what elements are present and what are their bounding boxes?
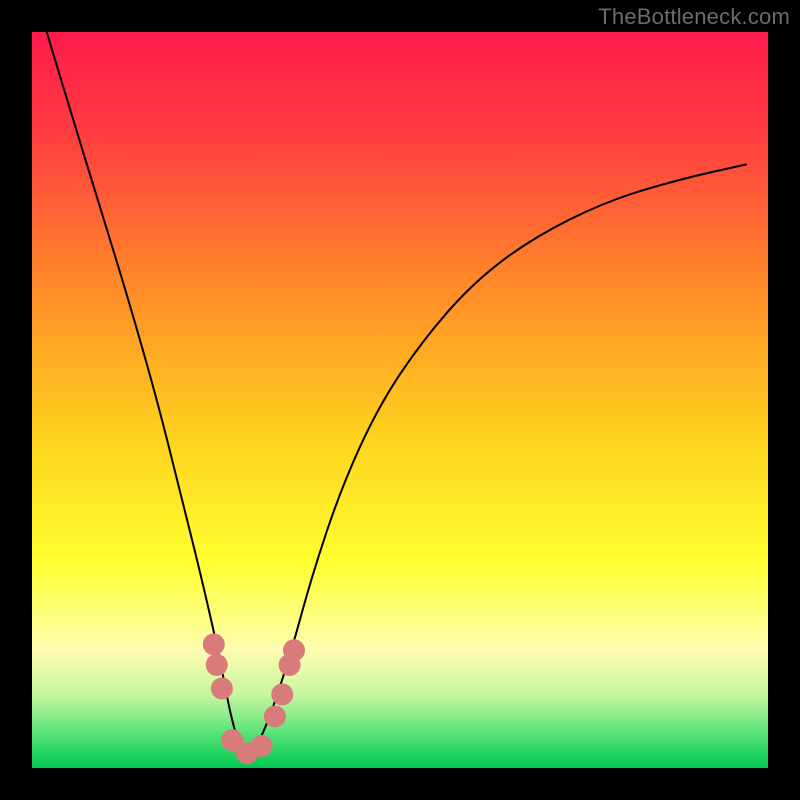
highlight-dot: [264, 705, 286, 727]
highlight-dot: [203, 633, 225, 655]
plot-area: [32, 32, 768, 768]
highlight-dot: [251, 735, 273, 757]
highlight-dot: [206, 654, 228, 676]
highlight-dot: [283, 639, 305, 661]
plot-svg: [32, 32, 768, 768]
gradient-background: [32, 32, 768, 768]
chart-frame: TheBottleneck.com: [0, 0, 800, 800]
highlight-dot: [271, 683, 293, 705]
watermark-text: TheBottleneck.com: [598, 4, 790, 30]
highlight-dot: [211, 678, 233, 700]
